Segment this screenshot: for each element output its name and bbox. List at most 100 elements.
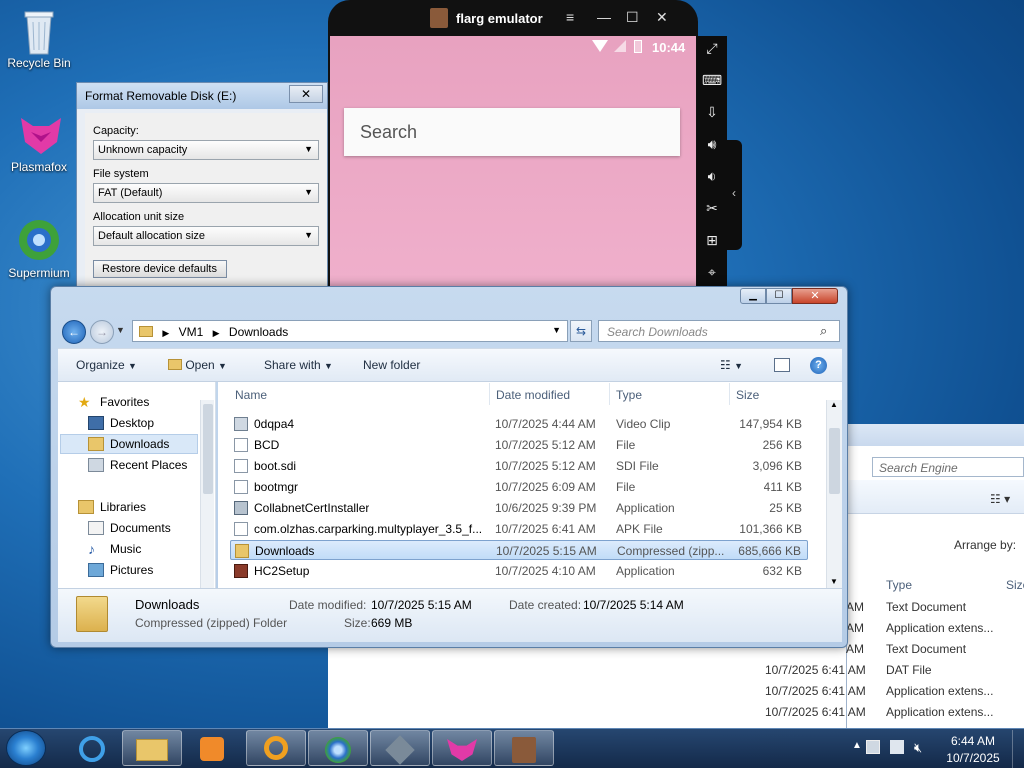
capacity-select[interactable]: Unknown capacity ▼ (93, 140, 319, 160)
nav-scrollbar[interactable] (200, 400, 214, 588)
chevron-down-icon: ▼ (304, 230, 313, 240)
desktop-icon-supermium[interactable]: Supermium (4, 218, 74, 280)
taskbar-emulator[interactable] (494, 730, 554, 766)
nav-pictures[interactable]: Pictures (88, 561, 153, 579)
fullscreen-icon[interactable]: ⤢ (699, 40, 725, 62)
share-with-button[interactable]: Share with ▼ (264, 358, 333, 372)
status-bar-time: 10:44 (652, 40, 686, 55)
maximize-icon[interactable]: ☐ (626, 9, 639, 26)
table-row[interactable]: AM Text Document (846, 600, 966, 614)
view-options-icon[interactable]: ☷ ▾ (990, 492, 1010, 506)
nav-libraries[interactable]: Libraries (78, 498, 146, 516)
show-desktop-button[interactable] (1012, 730, 1024, 768)
table-row[interactable]: bootmgr 10/7/2025 6:09 AM File 411 KB (230, 477, 808, 497)
background-search-input[interactable]: Search Engine (872, 457, 1024, 477)
desktop-icon-plasmafox[interactable]: Plasmafox (4, 112, 74, 174)
volume-up-icon[interactable]: 🔊︎ (699, 136, 725, 158)
type-column-header[interactable]: Type (886, 578, 912, 592)
tray-action-center-icon[interactable] (890, 740, 904, 754)
close-button[interactable]: ✕ (792, 288, 838, 304)
clock-time[interactable]: 6:44 AM (938, 734, 1008, 748)
minimize-button[interactable]: ▁ (740, 288, 766, 304)
view-options-icon[interactable]: ☷ ▼ (720, 358, 743, 372)
taskbar-explorer[interactable] (122, 730, 182, 766)
multi-window-icon[interactable]: ⊞ (699, 232, 725, 254)
table-row[interactable]: BCD 10/7/2025 5:12 AM File 256 KB (230, 435, 808, 455)
taskbar-plasmafox[interactable] (432, 730, 492, 766)
column-header-size[interactable]: Size (736, 388, 759, 402)
help-icon[interactable]: ? (810, 357, 827, 374)
screenshot-icon[interactable]: ✂ (699, 200, 725, 222)
table-row[interactable]: Downloads 10/7/2025 5:15 AM Compressed (zi… (230, 540, 808, 560)
forward-button[interactable]: → (90, 320, 114, 344)
filesystem-select[interactable]: FAT (Default) ▼ (93, 183, 319, 203)
nav-desktop[interactable]: Desktop (88, 414, 154, 432)
table-row[interactable]: 10/7/2025 6:41 AM Application extens... (765, 684, 993, 698)
filesystem-label: File system (93, 168, 149, 180)
table-row[interactable]: AM Text Document (846, 642, 966, 656)
search-input[interactable]: Search Downloads (598, 320, 840, 342)
keyboard-icon[interactable]: ⌨ (699, 72, 725, 94)
start-button[interactable] (6, 730, 46, 766)
taskbar-app-cube[interactable] (370, 730, 430, 766)
menu-icon[interactable]: ≡ (566, 9, 574, 25)
column-header-type[interactable]: Type (616, 388, 642, 402)
volume-down-icon[interactable]: 🔉︎ (699, 168, 725, 190)
table-row[interactable]: com.olzhas.carparking.multyplayer_3.5_f.… (230, 519, 808, 539)
back-button[interactable]: ← (62, 320, 86, 344)
clock-date[interactable]: 10/7/2025 (938, 751, 1008, 765)
new-folder-button[interactable]: New folder (363, 358, 420, 372)
details-date-modified: 10/7/2025 5:15 AM (371, 598, 472, 612)
maximize-button[interactable]: ☐ (766, 288, 792, 304)
column-header-name[interactable]: Name (235, 388, 267, 402)
tray-network-icon[interactable] (866, 740, 880, 754)
restore-defaults-button[interactable]: Restore device defaults (93, 260, 227, 278)
table-row[interactable]: 10/7/2025 6:41 AM DAT File (765, 663, 932, 677)
tray-volume-icon[interactable]: 🔇︎ (914, 740, 922, 756)
scroll-down-arrow[interactable]: ▼ (830, 577, 838, 586)
table-row[interactable]: boot.sdi 10/7/2025 5:12 AM SDI File 3,096 K… (230, 456, 808, 476)
table-row[interactable]: HC2Setup 10/7/2025 4:10 AM Application 632 … (230, 561, 808, 581)
allocation-select[interactable]: Default allocation size ▼ (93, 226, 319, 246)
desktop-icon-recycle-bin[interactable]: Recycle Bin (4, 8, 74, 70)
arrange-by-label[interactable]: Arrange by: (954, 538, 1016, 552)
open-button[interactable]: Open ▼ (168, 358, 227, 372)
size-column-header[interactable]: Size (1006, 578, 1024, 592)
column-header-date[interactable]: Date modified (496, 388, 570, 402)
taskbar-supermium[interactable] (308, 730, 368, 766)
file-list-scrollbar[interactable]: ▲ ▼ (826, 400, 842, 588)
recent-pages-dropdown[interactable]: ▼ (116, 325, 125, 335)
organize-button[interactable]: Organize ▼ (76, 358, 137, 372)
sidebar-collapse-icon[interactable]: ‹ (726, 140, 742, 250)
scroll-up-arrow[interactable]: ▲ (830, 400, 838, 409)
minimize-icon[interactable]: — (597, 9, 611, 25)
taskbar-search-tool[interactable] (246, 730, 306, 766)
table-row[interactable]: 10/7/2025 6:41 AM Application extens... (765, 705, 993, 719)
address-bar[interactable]: ▶ VM1 ▶ Downloads ▼ (132, 320, 568, 342)
nav-downloads[interactable]: Downloads (88, 435, 169, 453)
nav-favorites[interactable]: ★ Favorites (78, 393, 149, 411)
emulator-logo-icon (430, 8, 448, 28)
close-icon[interactable]: ✕ (656, 9, 668, 26)
taskbar-media-player[interactable] (182, 730, 242, 766)
table-row[interactable]: AM Application extens... (846, 621, 993, 635)
breadcrumb-downloads[interactable]: Downloads (229, 325, 288, 339)
preview-pane-icon[interactable] (774, 358, 790, 372)
location-icon[interactable]: ⌖ (699, 264, 725, 286)
nav-documents[interactable]: Documents (88, 519, 171, 537)
scroll-thumb[interactable] (829, 428, 840, 494)
file-icon (234, 459, 248, 473)
table-row[interactable]: CollabnetCertInstaller 10/6/2025 9:39 PM A… (230, 498, 808, 518)
application-icon (234, 501, 248, 515)
tray-up-arrow-icon[interactable]: ▲ (852, 740, 862, 751)
close-icon[interactable]: ✕ (289, 85, 323, 103)
apk-install-icon[interactable]: ⇩ (699, 104, 725, 126)
table-row[interactable]: 0dqpa4 10/7/2025 4:44 AM Video Clip 147,954… (230, 414, 808, 434)
chevron-down-icon[interactable]: ▼ (552, 325, 561, 335)
breadcrumb-vm1[interactable]: VM1 (179, 325, 204, 339)
taskbar-ie[interactable] (62, 730, 122, 766)
refresh-button[interactable]: ⇆ (570, 320, 592, 342)
nav-recent-places[interactable]: Recent Places (88, 456, 187, 474)
search-input[interactable]: Search (344, 108, 680, 156)
nav-music[interactable]: ♪ Music (88, 540, 141, 558)
